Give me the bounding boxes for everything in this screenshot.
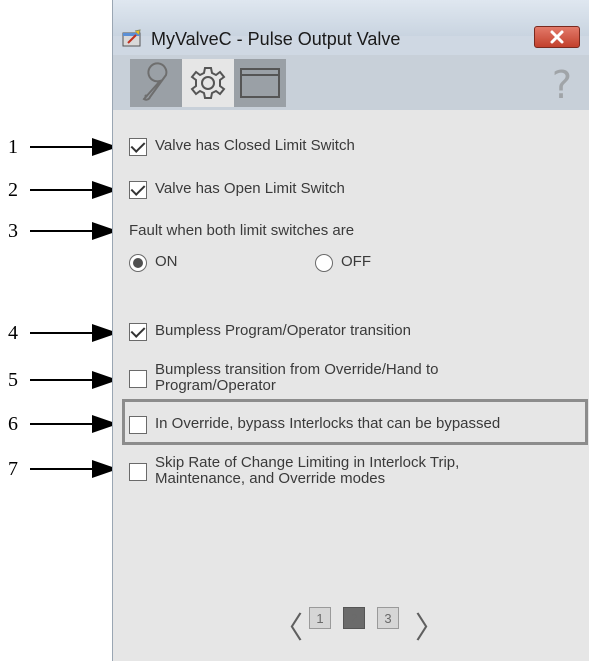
close-button[interactable] (534, 26, 580, 48)
callout-3: 3 (0, 220, 118, 242)
open-limit-option[interactable]: Valve has Open Limit Switch (129, 181, 345, 199)
callout-number: 4 (8, 322, 18, 344)
callout-line (30, 189, 100, 191)
page-1-button[interactable]: 1 (309, 607, 331, 629)
next-page-button[interactable]: 〉 (415, 603, 445, 647)
callout-1: 1 (0, 136, 118, 158)
callout-number: 5 (8, 369, 18, 391)
callout-line (30, 468, 100, 470)
gear-icon (190, 67, 226, 99)
callout-number: 1 (8, 136, 18, 158)
page-2-button[interactable]: 2 (343, 607, 365, 629)
bumpless-override-checkbox[interactable] (129, 370, 147, 388)
callout-4: 4 (0, 322, 118, 344)
fault-off-option[interactable]: OFF (315, 254, 371, 272)
callout-number: 3 (8, 220, 18, 242)
fault-on-radio[interactable] (129, 254, 147, 272)
pager: 〈 1 2 3 〉 (113, 601, 589, 645)
page-3-button[interactable]: 3 (377, 607, 399, 629)
wrench-icon (142, 62, 168, 101)
bypass-interlocks-checkbox[interactable] (129, 416, 147, 434)
help-button[interactable]: ? (552, 63, 572, 107)
bumpless-prog-oper-option[interactable]: Bumpless Program/Operator transition (129, 323, 411, 341)
fault-heading: Fault when both limit switches are (129, 222, 355, 239)
callout-line (30, 379, 100, 381)
prev-page-button[interactable]: 〈 (273, 603, 303, 647)
callout-7: 7 (0, 458, 118, 480)
callout-line (30, 332, 100, 334)
callout-2: 2 (0, 179, 118, 201)
window-icon (240, 68, 280, 98)
tab-faceplate[interactable] (234, 59, 286, 107)
bumpless-override-option[interactable]: Bumpless transition from Override/Hand t… (129, 362, 529, 394)
bumpless-prog-oper-label: Bumpless Program/Operator transition (155, 322, 411, 339)
window-title: MyValveC - Pulse Output Valve (151, 29, 401, 49)
callout-line (30, 230, 100, 232)
bumpless-prog-oper-checkbox[interactable] (129, 323, 147, 341)
configuration-panel: Valve has Closed Limit Switch Valve has … (113, 110, 589, 661)
tab-configuration[interactable] (182, 59, 234, 107)
bypass-interlocks-label: In Override, bypass Interlocks that can … (155, 415, 501, 432)
fault-on-option[interactable]: ON (129, 254, 178, 272)
closed-limit-checkbox[interactable] (129, 138, 147, 156)
callout-line (30, 146, 100, 148)
callout-number: 2 (8, 179, 18, 201)
callout-number: 7 (8, 458, 18, 480)
closed-limit-option[interactable]: Valve has Closed Limit Switch (129, 138, 355, 156)
open-limit-checkbox[interactable] (129, 181, 147, 199)
tab-maintenance[interactable] (130, 59, 182, 107)
fault-on-label: ON (155, 253, 178, 270)
fault-off-radio[interactable] (315, 254, 333, 272)
open-limit-label: Valve has Open Limit Switch (155, 180, 345, 197)
skip-rate-label: Skip Rate of Change Limiting in Interloc… (155, 454, 460, 487)
callout-5: 5 (0, 369, 118, 391)
app-icon (122, 29, 141, 47)
toolbar: ? (113, 55, 589, 110)
skip-rate-checkbox[interactable] (129, 463, 147, 481)
bumpless-override-label: Bumpless transition from Override/Hand t… (155, 361, 439, 394)
bypass-interlocks-option[interactable]: In Override, bypass Interlocks that can … (129, 416, 500, 434)
callout-number: 6 (8, 413, 18, 435)
closed-limit-label: Valve has Closed Limit Switch (155, 137, 355, 154)
title-bar: MyValveC - Pulse Output Valve (113, 0, 589, 49)
close-icon (550, 30, 564, 44)
skip-rate-option[interactable]: Skip Rate of Change Limiting in Interloc… (129, 455, 539, 487)
faceplate-window: MyValveC - Pulse Output Valve ? Valve ha… (112, 0, 589, 661)
callout-line (30, 423, 100, 425)
callout-6: 6 (0, 413, 118, 435)
fault-off-label: OFF (341, 253, 371, 270)
